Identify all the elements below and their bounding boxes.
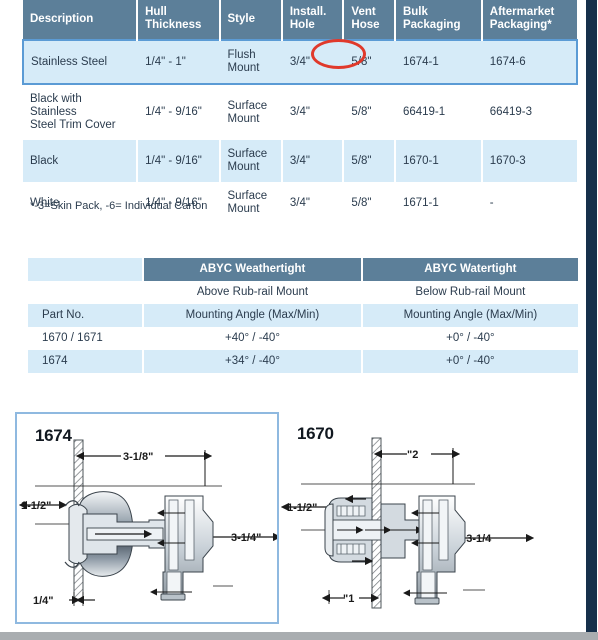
dim-3-1-4-label: 3-1/4" xyxy=(231,532,261,544)
column-header-vent-hose: Vent Hose xyxy=(343,0,396,40)
style-line-1: Surface xyxy=(227,148,268,160)
abyc-mounting-angle-table: ABYC Weathertight ABYC Watertight Above … xyxy=(28,258,578,373)
cell-description: Stainless Steel xyxy=(21,39,139,85)
cell-description: Black xyxy=(23,140,139,182)
diagram-1674[interactable]: 1674 3-1/8" 1-1/2" 3-1/4" 1/4" xyxy=(15,412,279,624)
style-line-1: Flush xyxy=(227,49,256,61)
diagram-1674-drawing: 3-1/8" 1-1/2" 3-1/4" 1/4" xyxy=(18,439,277,607)
cell-hull-thickness: 1/4" - 9/16" xyxy=(137,84,221,140)
header-line-2: Hole xyxy=(289,19,315,31)
cell-hull-thickness: 1/4" - 9/16" xyxy=(137,140,221,182)
abyc-cell-weathertight: +34° / -40° xyxy=(143,350,363,373)
abyc-subheader-angle-watertight: Mounting Angle (Max/Min) xyxy=(361,304,578,327)
cell-vent-hose: 5/8" xyxy=(343,84,396,140)
product-specification-table: Description Hull Thickness Style Install… xyxy=(21,0,579,224)
cell-hull-thickness: 1/4" - 1" xyxy=(137,39,221,85)
column-header-hull-thickness: Hull Thickness xyxy=(137,0,221,40)
cell-style: Surface Mount xyxy=(219,140,283,182)
abyc-subheader-row: Part No. Mounting Angle (Max/Min) Mounti… xyxy=(28,304,578,327)
description-line-2: Steel Trim Cover xyxy=(30,119,116,131)
cell-bulk-packaging: 1670-1 xyxy=(394,140,483,182)
cell-aftermarket-packaging: 1674-6 xyxy=(481,39,579,85)
abyc-cell-part-no: 1674 xyxy=(28,350,145,373)
abyc-cell-watertight: +0° / -40° xyxy=(361,327,578,350)
abyc-cell-watertight: +0° / -40° xyxy=(361,350,578,373)
cell-style: Surface Mount xyxy=(219,84,283,140)
abyc-corner-cell xyxy=(28,258,145,281)
dim-3-1-8-label: 3-1/8" xyxy=(123,451,153,463)
header-line-1: Style xyxy=(227,12,256,25)
cell-bulk-packaging: 1671-1 xyxy=(394,182,483,224)
style-line-2: Mount xyxy=(227,112,260,125)
header-line-1: Hull xyxy=(145,6,167,18)
header-line-2: Packaging xyxy=(402,19,461,31)
cell-aftermarket-packaging: 66419-3 xyxy=(481,84,577,140)
dim-1-4-label: 1/4" xyxy=(33,595,54,607)
cell-vent-hose: 5/8" xyxy=(343,140,396,182)
header-line-1: Description xyxy=(30,12,94,25)
header-line-1: Vent xyxy=(351,6,376,18)
abyc-cell-weathertight: +40° / -40° xyxy=(143,327,363,350)
header-line-1: Install. xyxy=(289,6,327,18)
description-line-1: Black with Stainless xyxy=(30,93,82,118)
cell-install-hole: 3/4" xyxy=(281,39,345,85)
cell-style: Flush Mount xyxy=(219,39,283,85)
header-line-1: Aftermarket xyxy=(489,6,555,18)
header-line-2: Packaging* xyxy=(489,19,552,31)
style-line-1: Surface xyxy=(227,99,268,112)
column-header-install-hole: Install. Hole xyxy=(281,0,345,40)
column-header-bulk-packaging: Bulk Packaging xyxy=(394,0,483,40)
abyc-subheader-angle-weathertight: Mounting Angle (Max/Min) xyxy=(143,304,363,327)
document-page: Description Hull Thickness Style Install… xyxy=(0,0,585,632)
header-line-2: Hose xyxy=(351,19,380,31)
column-header-aftermarket-packaging: Aftermarket Packaging* xyxy=(481,0,577,40)
style-line-2: Mount xyxy=(227,161,260,173)
dim-3-1-4-label: "3-1/4 xyxy=(461,533,492,545)
cell-aftermarket-packaging: - xyxy=(481,182,577,224)
dim-1-1-2-label: 1-1/2" xyxy=(287,502,317,514)
header-line-2: Thickness xyxy=(145,19,202,31)
packaging-footnote: *-3=Skin Pack, -6= Individual Carton xyxy=(30,200,208,212)
abyc-mount-below-rub-rail: Below Rub-rail Mount xyxy=(361,281,578,304)
abyc-mount-above-rub-rail: Above Rub-rail Mount xyxy=(143,281,363,304)
abyc-group-header-watertight: ABYC Watertight xyxy=(361,258,578,281)
abyc-row-1674[interactable]: 1674 +34° / -40° +0° / -40° xyxy=(28,350,578,373)
abyc-group-header-weathertight: ABYC Weathertight xyxy=(143,258,363,281)
bottom-status-bar xyxy=(0,632,598,640)
table-row-stainless-steel[interactable]: Stainless Steel 1/4" - 1" Flush Mount 3/… xyxy=(21,39,579,85)
diagram-section: 1674 3-1/8" 1-1/2" 3-1/4" 1/4" 1670 "2 1… xyxy=(0,412,585,632)
cell-vent-hose: 5/8" xyxy=(343,39,396,85)
style-line-2: Mount xyxy=(227,62,260,74)
abyc-mount-blank xyxy=(28,281,145,304)
cell-install-hole: 3/4" xyxy=(281,182,345,224)
cell-install-hole: 3/4" xyxy=(281,84,345,140)
cell-bulk-packaging: 66419-1 xyxy=(394,84,483,140)
table-row-black-with-stainless-steel-trim-cover[interactable]: Black with Stainless Steel Trim Cover 1/… xyxy=(23,84,577,140)
cell-description: Black with Stainless Steel Trim Cover xyxy=(23,84,139,140)
table-header-row: Description Hull Thickness Style Install… xyxy=(23,0,577,40)
dim-1-1-2-label: 1-1/2" xyxy=(21,500,51,512)
abyc-cell-part-no: 1670 / 1671 xyxy=(28,327,145,350)
abyc-mount-row: Above Rub-rail Mount Below Rub-rail Moun… xyxy=(28,281,578,304)
diagram-1670-drawing: "2 1-1/2" "3-1/4 "1 xyxy=(280,437,535,609)
dim-2-label: "2 xyxy=(407,449,418,461)
table-row-black[interactable]: Black 1/4" - 9/16" Surface Mount 3/4" 5/… xyxy=(23,140,577,182)
abyc-subheader-part-no: Part No. xyxy=(28,304,145,327)
cell-style: Surface Mount xyxy=(219,182,283,224)
header-line-1: Bulk xyxy=(402,6,428,18)
cell-vent-hose: 5/8" xyxy=(343,182,396,224)
abyc-row-1670-1671[interactable]: 1670 / 1671 +40° / -40° +0° / -40° xyxy=(28,327,578,350)
diagram-1670[interactable]: 1670 "2 1-1/2" "3-1/4 "1 xyxy=(279,412,579,624)
style-line-2: Mount xyxy=(227,203,260,215)
column-header-description: Description xyxy=(23,0,139,40)
cell-install-hole: 3/4" xyxy=(281,140,345,182)
cell-bulk-packaging: 1674-1 xyxy=(394,39,483,85)
abyc-group-header-row: ABYC Weathertight ABYC Watertight xyxy=(28,258,578,281)
cell-aftermarket-packaging: 1670-3 xyxy=(481,140,577,182)
style-line-1: Surface xyxy=(227,190,268,202)
right-edge-scrollbar[interactable] xyxy=(586,0,597,632)
column-header-style: Style xyxy=(219,0,283,40)
dim-1-label: "1 xyxy=(343,593,354,605)
